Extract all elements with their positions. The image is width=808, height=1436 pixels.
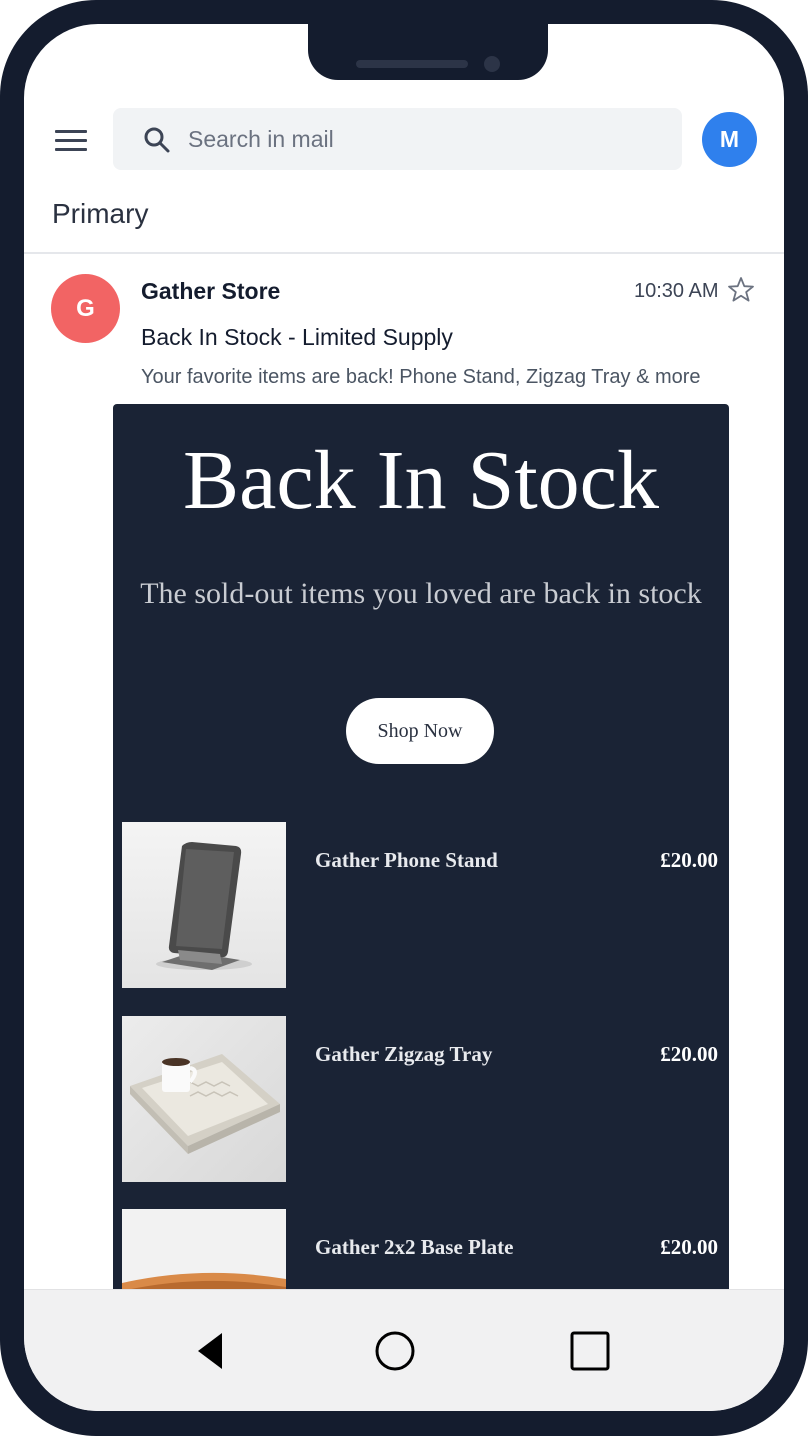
search-bar[interactable] [113, 108, 682, 170]
section-title: Primary [52, 198, 149, 229]
screen: M Primary G Gather Store 10:30 AM Back I… [24, 24, 784, 1411]
shop-now-button[interactable]: Shop Now [346, 698, 494, 764]
back-icon[interactable] [196, 1331, 224, 1371]
home-icon[interactable] [375, 1331, 415, 1371]
product-price: £20.00 [660, 1042, 718, 1066]
product-image-zigzag-tray[interactable] [122, 1016, 286, 1182]
sender-avatar: G [51, 274, 120, 343]
menu-icon[interactable] [54, 126, 88, 154]
navigation-bar [24, 1289, 784, 1411]
speaker [356, 60, 468, 68]
star-icon[interactable] [727, 276, 755, 304]
sender-name: Gather Store [141, 278, 281, 304]
account-avatar[interactable]: M [702, 112, 757, 167]
search-input[interactable] [188, 121, 658, 157]
product-price: £20.00 [660, 848, 718, 872]
promo-heading: Back In Stock [183, 434, 659, 527]
front-camera [484, 56, 500, 72]
search-icon [144, 127, 170, 153]
product-image-phone-stand[interactable] [122, 822, 286, 988]
promo-subheading: The sold-out items you loved are back in… [140, 577, 702, 610]
product-name[interactable]: Gather Zigzag Tray [315, 1042, 492, 1067]
email-snippet: Your favorite items are back! Phone Stan… [141, 366, 701, 388]
product-row: Gather Phone Stand £20.00 [122, 822, 720, 988]
notch [308, 24, 548, 80]
email-body: Back In Stock The sold-out items you lov… [113, 404, 729, 1304]
recents-icon[interactable] [570, 1331, 610, 1371]
product-name[interactable]: Gather Phone Stand [315, 848, 498, 873]
phone-frame: M Primary G Gather Store 10:30 AM Back I… [0, 0, 808, 1436]
product-row: Gather Zigzag Tray £20.00 [122, 1016, 720, 1182]
product-name[interactable]: Gather 2x2 Base Plate [315, 1235, 514, 1260]
divider [24, 252, 784, 254]
email-time: 10:30 AM [634, 280, 719, 302]
product-price: £20.00 [660, 1235, 718, 1259]
email-subject: Back In Stock - Limited Supply [141, 324, 453, 350]
